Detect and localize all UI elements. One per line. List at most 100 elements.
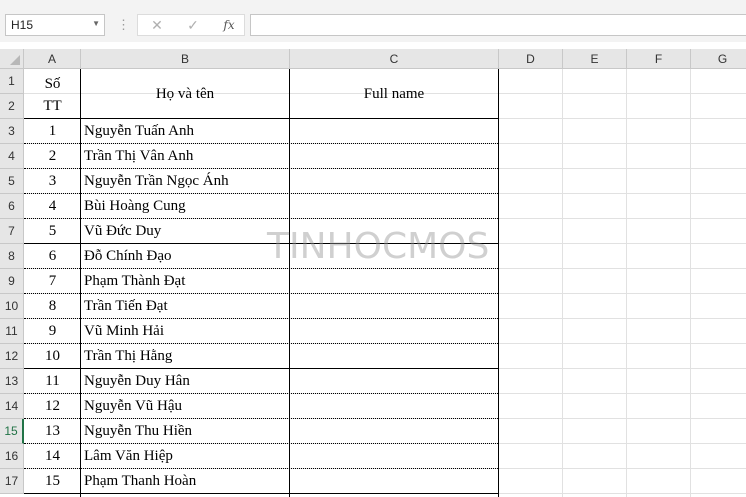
cell-name[interactable]: Nguyễn Thu Hiền bbox=[81, 419, 289, 443]
cell-fullname[interactable] bbox=[290, 469, 498, 493]
cell-name[interactable]: Nguyễn Duy Hân bbox=[81, 369, 289, 393]
cell-name[interactable]: Phạm Thành Đạt bbox=[81, 269, 289, 293]
table-border bbox=[24, 418, 498, 419]
more-options-icon[interactable]: ⋮ bbox=[117, 16, 130, 34]
row-header-8[interactable]: 8 bbox=[0, 244, 24, 269]
cell-name[interactable]: Bùi Hoàng Cung bbox=[81, 194, 289, 218]
cell-stt[interactable]: 15 bbox=[25, 469, 80, 493]
cell-name[interactable]: Trần Thị Vân Anh bbox=[81, 144, 289, 168]
cell-name[interactable]: Trần Thị Hằng bbox=[81, 344, 289, 368]
cell-stt[interactable]: 11 bbox=[25, 369, 80, 393]
cell-stt[interactable]: 8 bbox=[25, 294, 80, 318]
row-header-4[interactable]: 4 bbox=[0, 144, 24, 169]
row-header-9[interactable]: 9 bbox=[0, 269, 24, 294]
row-header-3[interactable]: 3 bbox=[0, 119, 24, 144]
table-border bbox=[24, 268, 498, 269]
cell-stt[interactable]: 12 bbox=[25, 394, 80, 418]
column-header-a[interactable]: A bbox=[24, 49, 81, 69]
cell-stt[interactable]: 4 bbox=[25, 194, 80, 218]
cell-stt[interactable]: 3 bbox=[25, 169, 80, 193]
header-stt-line2: TT bbox=[43, 98, 62, 114]
cell-name[interactable]: Nguyễn Vũ Hậu bbox=[81, 394, 289, 418]
row-header-2[interactable]: 2 bbox=[0, 94, 24, 119]
column-header-d[interactable]: D bbox=[499, 49, 563, 69]
table-border bbox=[80, 69, 81, 497]
row-header-1[interactable]: 1 bbox=[0, 69, 24, 94]
gridline bbox=[626, 69, 627, 497]
cell-fullname[interactable] bbox=[290, 419, 498, 443]
cell-stt[interactable]: 9 bbox=[25, 319, 80, 343]
row-header-14[interactable]: 14 bbox=[0, 394, 24, 419]
cell-stt[interactable]: 2 bbox=[25, 144, 80, 168]
cancel-icon[interactable]: ✕ bbox=[142, 15, 172, 35]
cell-fullname[interactable] bbox=[290, 119, 498, 143]
formula-bar: H15 ▼ ⋮ ✕ ✓ fx bbox=[0, 0, 746, 42]
cell-fullname[interactable] bbox=[290, 219, 498, 243]
formula-buttons: ✕ ✓ fx bbox=[137, 14, 245, 36]
cell-name[interactable]: Đỗ Chính Đạo bbox=[81, 244, 289, 268]
cell-fullname[interactable] bbox=[290, 294, 498, 318]
row-header-13[interactable]: 13 bbox=[0, 369, 24, 394]
cell-name[interactable]: Phạm Thanh Hoàn bbox=[81, 469, 289, 493]
row-header-6[interactable]: 6 bbox=[0, 194, 24, 219]
table-border bbox=[24, 493, 498, 494]
cell-name[interactable]: Vũ Minh Hải bbox=[81, 319, 289, 343]
name-box-value: H15 bbox=[11, 18, 34, 32]
table-border bbox=[24, 218, 498, 219]
column-header-g[interactable]: G bbox=[691, 49, 746, 69]
enter-icon[interactable]: ✓ bbox=[178, 15, 208, 35]
select-all-button[interactable] bbox=[0, 49, 24, 69]
table-border bbox=[24, 243, 498, 244]
table-border bbox=[289, 69, 290, 497]
table-border bbox=[24, 168, 498, 169]
cell-stt[interactable]: 5 bbox=[25, 219, 80, 243]
row-header-5[interactable]: 5 bbox=[0, 169, 24, 194]
column-header-b[interactable]: B bbox=[81, 49, 290, 69]
cell-fullname[interactable] bbox=[290, 369, 498, 393]
table-border bbox=[24, 118, 498, 119]
header-fullname[interactable]: Full name bbox=[290, 70, 498, 119]
cell-stt[interactable]: 6 bbox=[25, 244, 80, 268]
header-stt[interactable]: Số TT bbox=[25, 70, 80, 119]
cell-fullname[interactable] bbox=[290, 319, 498, 343]
column-header-f[interactable]: F bbox=[627, 49, 691, 69]
cell-fullname[interactable] bbox=[290, 394, 498, 418]
row-header-10[interactable]: 10 bbox=[0, 294, 24, 319]
column-header-e[interactable]: E bbox=[563, 49, 627, 69]
row-header-17[interactable]: 17 bbox=[0, 469, 24, 494]
cell-fullname[interactable] bbox=[290, 344, 498, 368]
column-header-c[interactable]: C bbox=[290, 49, 499, 69]
cell-stt[interactable]: 10 bbox=[25, 344, 80, 368]
formula-input[interactable] bbox=[250, 14, 746, 36]
insert-function-icon[interactable]: fx bbox=[214, 15, 244, 35]
table-border bbox=[24, 393, 498, 394]
cell-fullname[interactable] bbox=[290, 194, 498, 218]
cell-stt[interactable]: 1 bbox=[25, 119, 80, 143]
cell-fullname[interactable] bbox=[290, 269, 498, 293]
cell-stt[interactable]: 13 bbox=[25, 419, 80, 443]
cell-fullname[interactable] bbox=[290, 444, 498, 468]
chevron-down-icon[interactable]: ▼ bbox=[92, 19, 100, 28]
cell-name[interactable]: Lâm Văn Hiệp bbox=[81, 444, 289, 468]
gridline bbox=[690, 69, 691, 497]
cell-stt[interactable]: 7 bbox=[25, 269, 80, 293]
table-border bbox=[24, 368, 498, 369]
row-header-16[interactable]: 16 bbox=[0, 444, 24, 469]
cell-name[interactable]: Nguyễn Tuấn Anh bbox=[81, 119, 289, 143]
cell-name[interactable]: Vũ Đức Duy bbox=[81, 219, 289, 243]
table-border bbox=[24, 193, 498, 194]
row-header-15[interactable]: 15 bbox=[0, 419, 24, 444]
cell-fullname[interactable] bbox=[290, 144, 498, 168]
row-header-7[interactable]: 7 bbox=[0, 219, 24, 244]
table-border bbox=[24, 293, 498, 294]
name-box[interactable]: H15 ▼ bbox=[5, 14, 105, 36]
row-header-11[interactable]: 11 bbox=[0, 319, 24, 344]
cell-fullname[interactable] bbox=[290, 169, 498, 193]
cell-name[interactable]: Trần Tiến Đạt bbox=[81, 294, 289, 318]
row-header-12[interactable]: 12 bbox=[0, 344, 24, 369]
table-border bbox=[24, 318, 498, 319]
header-name[interactable]: Họ và tên bbox=[81, 70, 289, 119]
cell-stt[interactable]: 14 bbox=[25, 444, 80, 468]
cell-fullname[interactable] bbox=[290, 244, 498, 268]
cell-name[interactable]: Nguyễn Trần Ngọc Ánh bbox=[81, 169, 289, 193]
